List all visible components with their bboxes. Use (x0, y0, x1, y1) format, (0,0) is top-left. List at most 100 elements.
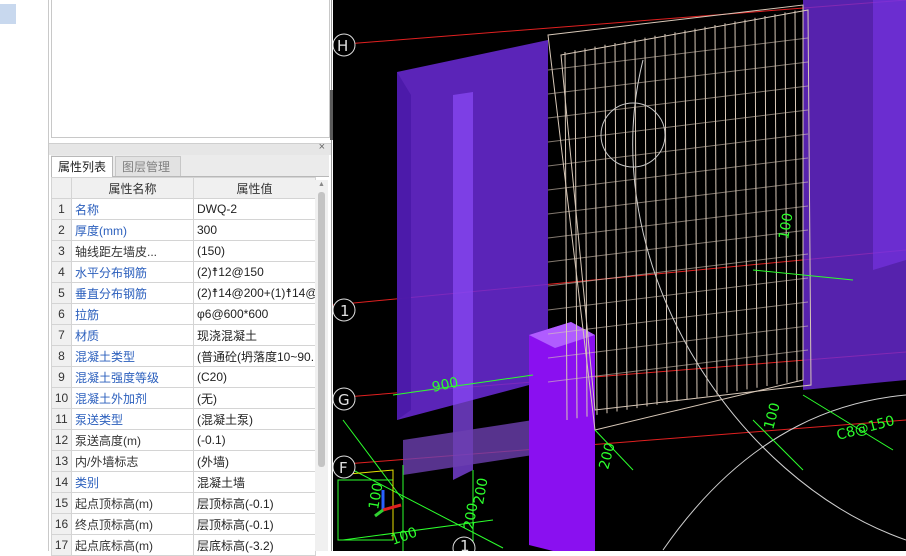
property-name: 泵送高度(m) (71, 429, 194, 451)
property-value[interactable]: 现浇混凝土 (193, 324, 316, 346)
property-value[interactable]: DWQ-2 (193, 198, 316, 220)
property-value[interactable]: (普通砼(坍落度10~90... (193, 345, 316, 367)
grid-header-name[interactable]: 属性名称 (71, 177, 194, 199)
rebar-horizontal (547, 181, 809, 215)
property-row[interactable]: 11 泵送类型 (混凝土泵) (51, 408, 316, 430)
property-row[interactable]: 2 厚度(mm) 300 (51, 219, 316, 241)
row-number: 8 (51, 345, 72, 367)
rebar-horizontal (547, 109, 809, 143)
property-row[interactable]: 6 拉筋 φ6@600*600 (51, 303, 316, 325)
property-row[interactable]: 1 名称 DWQ-2 (51, 198, 316, 220)
property-value[interactable]: (外墙) (193, 450, 316, 472)
property-value[interactable]: (混凝土泵) (193, 408, 316, 430)
panel-tabs: 属性列表 图层管理 (51, 155, 329, 177)
property-value[interactable]: 层顶标高(-0.1) (193, 513, 316, 535)
axis-label-g: G (338, 391, 350, 409)
left-side-strip (0, 0, 48, 551)
property-name: 混凝土强度等级 (71, 366, 194, 388)
property-value[interactable]: 层底标高(-3.2) (193, 534, 316, 556)
property-value[interactable]: 混凝土墙 (193, 471, 316, 493)
property-name: 起点底标高(m) (71, 534, 194, 556)
property-row[interactable]: 5 垂直分布钢筋 (2)☨14@200+(1)☨14@ (51, 282, 316, 304)
strip-selection-marker (0, 4, 16, 24)
viewport-canvas: H 1 G F 1 900 100 200 C8@150 100 200 100… (333, 0, 906, 551)
property-row[interactable]: 13 内/外墙标志 (外墙) (51, 450, 316, 472)
scroll-up-arrow-icon[interactable]: ▲ (318, 181, 325, 188)
property-name: 类别 (71, 471, 194, 493)
grid-header-value[interactable]: 属性值 (193, 177, 316, 199)
tab-properties[interactable]: 属性列表 (51, 156, 113, 177)
rebar-vertical (774, 14, 778, 385)
row-number: 1 (51, 198, 72, 220)
row-number: 3 (51, 240, 72, 262)
property-name: 混凝土类型 (71, 345, 194, 367)
3d-viewport[interactable]: H 1 G F 1 900 100 200 C8@150 100 200 100… (333, 0, 906, 551)
property-row[interactable]: 8 混凝土类型 (普通砼(坍落度10~90... (51, 345, 316, 367)
property-grid: 属性名称 属性值 1 名称 DWQ-2 2 厚度(mm) 300 3 轴线距左墙皮... (15… (51, 177, 316, 556)
row-number: 16 (51, 513, 72, 535)
property-value[interactable]: φ6@600*600 (193, 303, 316, 325)
rebar-vertical (734, 21, 738, 392)
tab-layers[interactable]: 图层管理 (115, 156, 181, 176)
property-row[interactable]: 14 类别 混凝土墙 (51, 471, 316, 493)
scrollbar-thumb[interactable] (318, 192, 325, 467)
property-row[interactable]: 3 轴线距左墙皮... (150) (51, 240, 316, 262)
property-name: 混凝土外加剂 (71, 387, 194, 409)
property-row[interactable]: 9 混凝土强度等级 (C20) (51, 366, 316, 388)
rebar-vertical (614, 42, 618, 412)
property-row[interactable]: 4 水平分布钢筋 (2)☨12@150 (51, 261, 316, 283)
rebar-horizontal (547, 61, 809, 95)
property-value[interactable]: (C20) (193, 366, 316, 388)
grid-scrollbar[interactable]: ▲ (315, 180, 328, 551)
axis-label-f: F (339, 459, 348, 477)
property-name: 终点顶标高(m) (71, 513, 194, 535)
property-value[interactable]: (150) (193, 240, 316, 262)
property-row[interactable]: 12 泵送高度(m) (-0.1) (51, 429, 316, 451)
property-name: 水平分布钢筋 (71, 261, 194, 283)
rebar-vertical (704, 26, 708, 397)
property-value[interactable]: 300 (193, 219, 316, 241)
dim-text-100-b: 100 (761, 401, 783, 431)
rebar-vertical (694, 28, 698, 398)
property-value[interactable]: 层顶标高(-0.1) (193, 492, 316, 514)
property-name: 泵送类型 (71, 408, 194, 430)
property-name: 内/外墙标志 (71, 450, 194, 472)
property-value[interactable]: (2)☨12@150 (193, 261, 316, 283)
property-value[interactable]: (无) (193, 387, 316, 409)
row-number: 9 (51, 366, 72, 388)
property-row[interactable]: 17 起点底标高(m) 层底标高(-3.2) (51, 534, 316, 556)
axis-label-1: 1 (340, 302, 350, 320)
row-number: 15 (51, 492, 72, 514)
rebar-vertical (714, 24, 718, 395)
row-number: 10 (51, 387, 72, 409)
dim-text-200-c: 200 (471, 477, 491, 506)
row-number: 5 (51, 282, 72, 304)
rebar-vertical (784, 12, 788, 383)
property-row[interactable]: 7 材质 现浇混凝土 (51, 324, 316, 346)
property-row[interactable]: 15 起点顶标高(m) 层顶标高(-0.1) (51, 492, 316, 514)
row-number: 17 (51, 534, 72, 556)
rebar-horizontal (547, 253, 809, 287)
grid-header-row: 属性名称 属性值 (51, 177, 316, 199)
property-value[interactable]: (2)☨14@200+(1)☨14@ (193, 282, 316, 304)
property-row[interactable]: 16 终点顶标高(m) 层顶标高(-0.1) (51, 513, 316, 535)
rebar-cage (547, 4, 812, 431)
row-number: 7 (51, 324, 72, 346)
rebar-vertical (674, 32, 678, 402)
property-name: 名称 (71, 198, 194, 220)
panel-upper-area (51, 0, 330, 138)
rebar-vertical (764, 15, 768, 387)
row-number: 13 (51, 450, 72, 472)
panel-close-button[interactable]: × (319, 141, 325, 153)
wall-left-edge (397, 72, 411, 420)
row-number: 12 (51, 429, 72, 451)
axis-label-h: H (337, 37, 348, 55)
rebar-vertical (654, 35, 658, 405)
rebar-horizontal (547, 205, 809, 239)
panel-title-strip: × (49, 141, 331, 155)
property-value[interactable]: (-0.1) (193, 429, 316, 451)
dim-text-c8: C8@150 (835, 413, 897, 444)
property-row[interactable]: 10 混凝土外加剂 (无) (51, 387, 316, 409)
rebar-vertical (604, 44, 608, 414)
rebar-vertical (724, 23, 728, 393)
